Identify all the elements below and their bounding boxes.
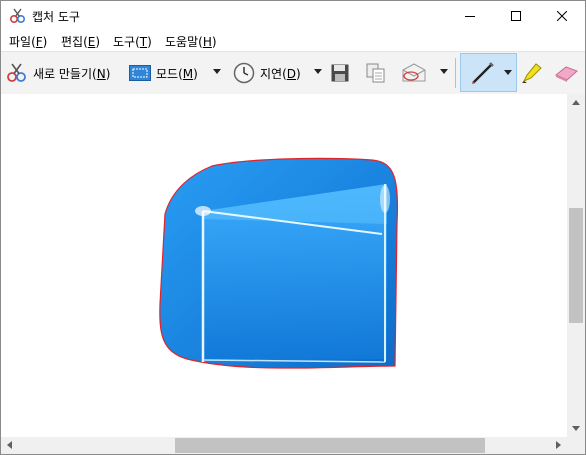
delay-dropdown-arrow[interactable] <box>314 69 322 74</box>
eraser-button[interactable] <box>553 52 579 94</box>
toolbar-separator <box>455 58 456 88</box>
window-title: 캡처 도구 <box>32 10 80 24</box>
horizontal-scrollbar[interactable] <box>1 437 567 454</box>
menu-tools-label: 도구( <box>113 35 140 49</box>
delay-accel: D <box>286 66 297 81</box>
menu-file[interactable]: 파일(F) <box>9 33 47 50</box>
title-bar: 캡처 도구 <box>1 1 585 31</box>
new-snip-label: 새로 만들기(N) <box>33 65 110 82</box>
snip-canvas <box>1 94 567 437</box>
rectangle-mode-icon <box>129 65 151 81</box>
highlighter-icon <box>522 63 542 83</box>
captured-snip-image <box>159 157 399 369</box>
mode-button[interactable]: 모드(M) <box>129 52 198 94</box>
minimize-icon <box>465 16 475 17</box>
close-button[interactable] <box>539 1 585 31</box>
envelope-icon <box>402 63 426 82</box>
horizontal-scroll-thumb[interactable] <box>175 438 485 453</box>
menu-tools-accel: T <box>139 35 148 49</box>
eraser-icon <box>555 66 578 82</box>
scroll-left-arrow[interactable] <box>7 441 12 449</box>
toolbar: 새로 만들기(N) 모드(M) 지연(D) <box>1 51 585 95</box>
mode-accel: M <box>182 66 194 81</box>
pen-dropdown-arrow[interactable] <box>504 70 512 75</box>
scrollbar-corner <box>567 437 585 454</box>
menu-help-label: 도움말( <box>165 35 203 49</box>
menu-help[interactable]: 도움말(H) <box>165 33 217 50</box>
copy-icon <box>366 63 385 83</box>
new-snip-scissors-icon <box>7 63 26 82</box>
delay-label: 지연(D) <box>260 65 301 82</box>
menu-file-label: 파일( <box>9 35 36 49</box>
save-icon <box>331 64 349 82</box>
new-snip-button[interactable]: 새로 만들기(N) <box>6 52 110 94</box>
delay-button[interactable]: 지연(D) <box>233 52 301 94</box>
mode-label: 모드(M) <box>156 65 198 82</box>
menu-edit[interactable]: 편집(E) <box>61 33 100 50</box>
menu-bar: 파일(F) 편집(E) 도구(T) 도움말(H) <box>1 31 585 51</box>
maximize-button[interactable] <box>493 1 539 31</box>
snipping-tool-window: 캡처 도구 파일(F) 편집(E) 도구(T) 도움말(H) 새로 만들기(N) <box>0 0 586 455</box>
new-snip-accel: N <box>96 66 106 81</box>
maximize-icon <box>511 11 521 21</box>
highlighter-button[interactable] <box>520 52 544 94</box>
new-snip-text: 새로 만들기( <box>33 66 97 81</box>
copy-button[interactable] <box>366 52 386 94</box>
pen-tool-button[interactable] <box>460 53 517 92</box>
mode-text: 모드( <box>156 66 183 81</box>
send-dropdown-arrow[interactable] <box>440 69 448 74</box>
menu-edit-label: 편집( <box>61 35 88 49</box>
close-icon <box>557 11 567 21</box>
menu-file-accel: F <box>35 35 43 49</box>
menu-tools[interactable]: 도구(T) <box>113 33 152 50</box>
mode-dropdown-arrow[interactable] <box>213 69 221 74</box>
mode-close: ) <box>193 66 198 81</box>
menu-help-accel: H <box>202 35 212 49</box>
save-button[interactable] <box>331 52 349 94</box>
scissors-icon <box>9 8 26 24</box>
scroll-down-arrow[interactable] <box>572 426 580 431</box>
menu-tools-close: ) <box>147 35 152 49</box>
clock-icon <box>233 62 255 84</box>
menu-edit-close: ) <box>95 35 101 49</box>
scroll-right-arrow[interactable] <box>556 441 561 449</box>
new-snip-close: ) <box>105 66 111 81</box>
send-snip-button[interactable] <box>401 52 427 94</box>
scroll-up-arrow[interactable] <box>572 100 580 105</box>
delay-close: ) <box>296 66 301 81</box>
delay-text: 지연( <box>260 66 287 81</box>
vertical-scroll-thumb[interactable] <box>569 208 583 323</box>
menu-help-close: ) <box>211 35 217 49</box>
pen-icon <box>472 62 494 84</box>
minimize-button[interactable] <box>447 1 493 31</box>
menu-file-close: ) <box>42 35 48 49</box>
vertical-scrollbar[interactable] <box>567 94 585 437</box>
